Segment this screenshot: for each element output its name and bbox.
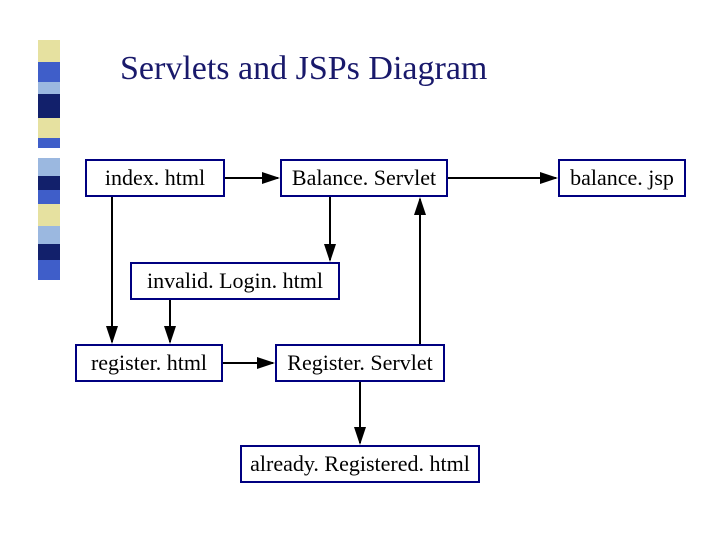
- node-already-registered: already. Registered. html: [240, 445, 480, 483]
- node-balance-jsp: balance. jsp: [558, 159, 686, 197]
- node-register-servlet: Register. Servlet: [275, 344, 445, 382]
- node-register-html: register. html: [75, 344, 223, 382]
- node-balance-servlet: Balance. Servlet: [280, 159, 448, 197]
- node-invalid-login: invalid. Login. html: [130, 262, 340, 300]
- decor-bar: [38, 40, 60, 280]
- node-index-html: index. html: [85, 159, 225, 197]
- page-title: Servlets and JSPs Diagram: [120, 50, 487, 88]
